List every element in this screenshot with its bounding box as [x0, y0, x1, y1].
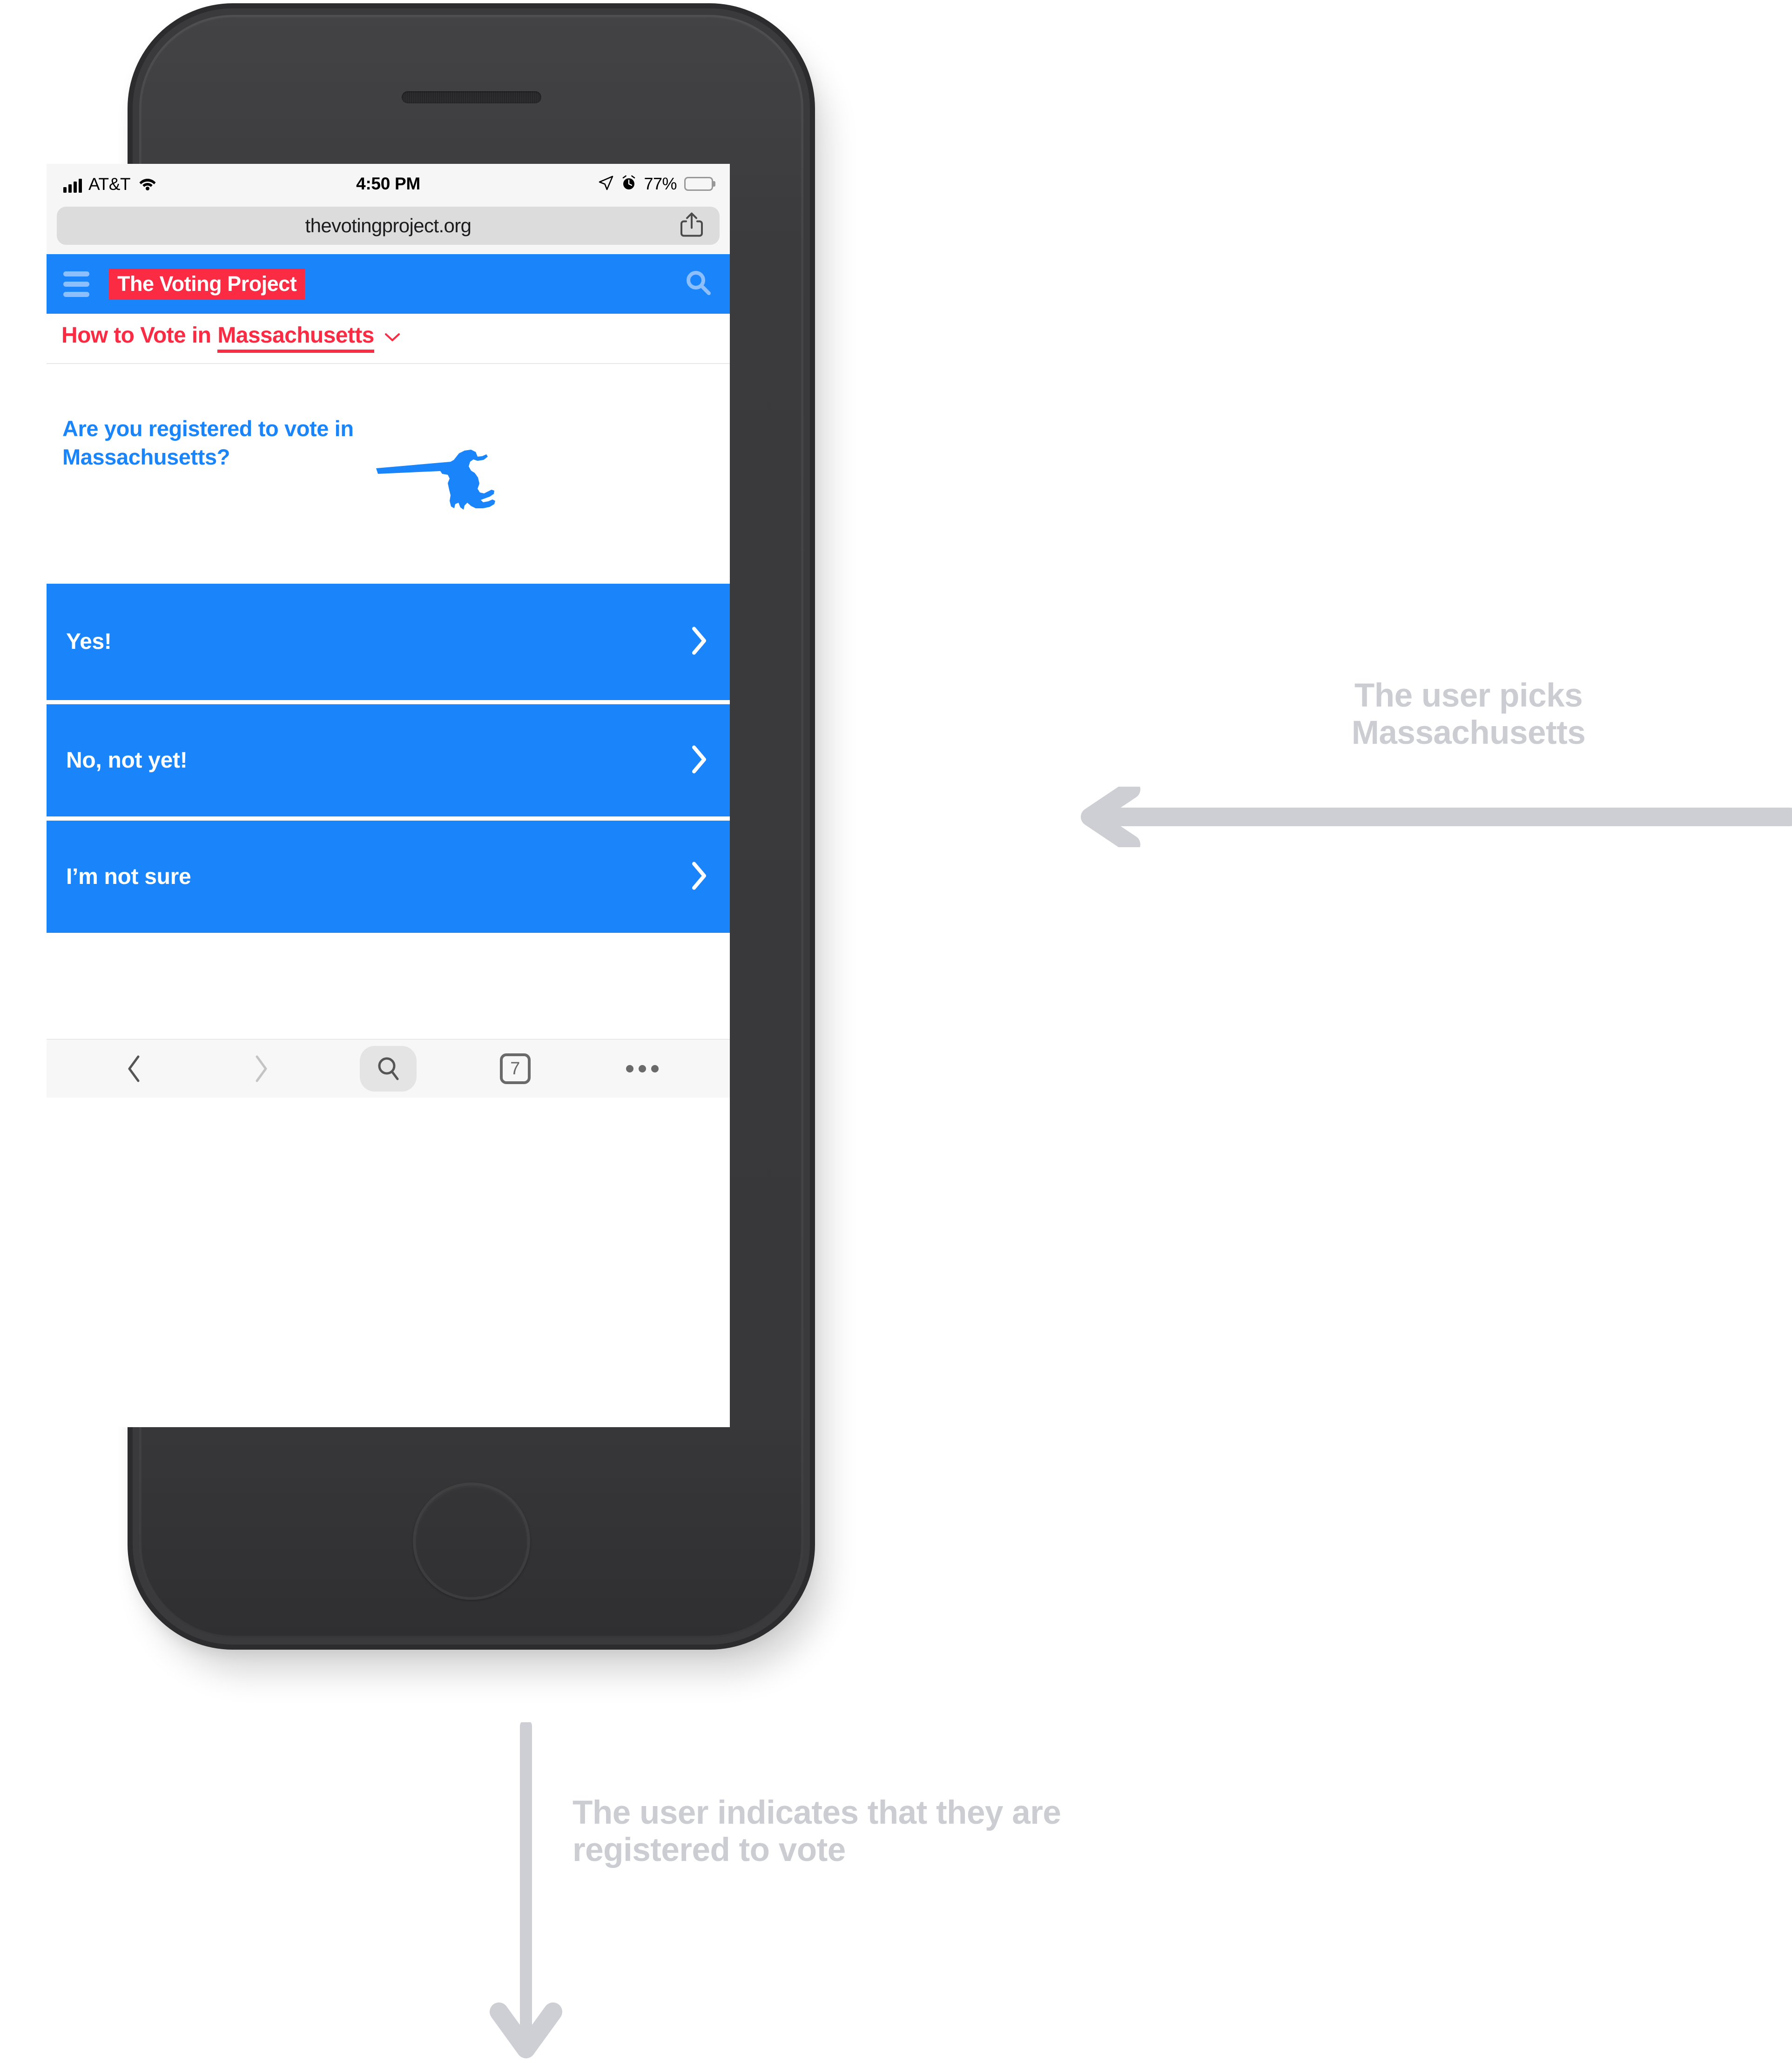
hamburger-menu-icon[interactable]	[63, 271, 89, 297]
arrow-left-icon	[1061, 780, 1792, 854]
status-bar-clock: 4:50 PM	[356, 174, 420, 193]
url-input[interactable]: thevotingproject.org	[57, 207, 720, 245]
url-text: thevotingproject.org	[305, 215, 472, 236]
state-selector-value[interactable]: Massachusetts	[217, 324, 374, 353]
answer-options-list: Yes! No, not yet! I’m not sure	[47, 584, 730, 933]
more-dots-icon	[626, 1065, 659, 1072]
alarm-clock-icon	[621, 175, 636, 193]
page-whitespace	[47, 933, 730, 1039]
ios-status-bar: AT&T 4:50 PM 77%	[47, 164, 730, 204]
back-button[interactable]	[71, 1039, 198, 1098]
browser-toolbar: 7	[47, 1039, 730, 1098]
forward-button[interactable]	[198, 1039, 325, 1098]
arrow-down-icon	[484, 1720, 568, 2063]
state-selector-prefix: How to Vote in	[61, 323, 211, 348]
chevron-right-icon	[691, 861, 707, 892]
mockup-canvas: AT&T 4:50 PM 77% thevotingproject.org Th…	[0, 0, 1792, 2063]
tabs-count-label: 7	[510, 1058, 520, 1079]
wifi-icon	[139, 176, 156, 193]
home-button[interactable]	[412, 1483, 530, 1600]
tabs-button[interactable]: 7	[451, 1039, 579, 1098]
massachusetts-map-icon	[368, 438, 507, 533]
site-logo[interactable]: The Voting Project	[109, 268, 305, 300]
answer-option-no[interactable]: No, not yet!	[47, 700, 730, 816]
chevron-right-icon	[691, 627, 707, 658]
battery-percent-label: 77%	[644, 174, 677, 193]
search-icon	[378, 1057, 399, 1080]
site-header: The Voting Project	[47, 254, 730, 314]
earpiece-speaker	[401, 91, 541, 103]
site-logo-label: The Voting Project	[117, 271, 297, 296]
question-section: Are you registered to vote in Massachuse…	[47, 364, 730, 584]
answer-option-label: No, not yet!	[66, 748, 188, 773]
status-bar-right: 77%	[598, 174, 715, 194]
state-selector-title: How to Vote in Massachusetts	[61, 324, 374, 353]
tabs-icon: 7	[499, 1053, 531, 1084]
answer-option-label: I’m not sure	[66, 864, 191, 889]
annotation-right-text: The user picks Massachusetts	[1351, 677, 1586, 751]
answer-option-yes[interactable]: Yes!	[47, 584, 730, 700]
search-button[interactable]	[325, 1039, 452, 1098]
carrier-label: AT&T	[88, 174, 131, 194]
state-selector-bar[interactable]: How to Vote in Massachusetts	[47, 314, 730, 364]
answer-option-unsure[interactable]: I’m not sure	[47, 816, 730, 933]
chevron-right-icon	[691, 745, 707, 776]
signal-bars-icon	[63, 178, 82, 193]
header-search-icon[interactable]	[684, 269, 713, 300]
location-arrow-icon	[598, 175, 614, 193]
status-bar-left: AT&T	[63, 175, 156, 193]
more-button[interactable]	[579, 1039, 706, 1098]
phone-screen: AT&T 4:50 PM 77% thevotingproject.org Th…	[47, 164, 730, 1427]
share-icon[interactable]	[680, 211, 704, 241]
answer-option-label: Yes!	[66, 629, 112, 654]
chevron-down-icon[interactable]	[384, 332, 400, 345]
annotation-bottom-text: The user indicates that they are registe…	[573, 1794, 1061, 1868]
browser-address-bar: thevotingproject.org	[47, 204, 730, 254]
battery-icon	[684, 177, 715, 191]
